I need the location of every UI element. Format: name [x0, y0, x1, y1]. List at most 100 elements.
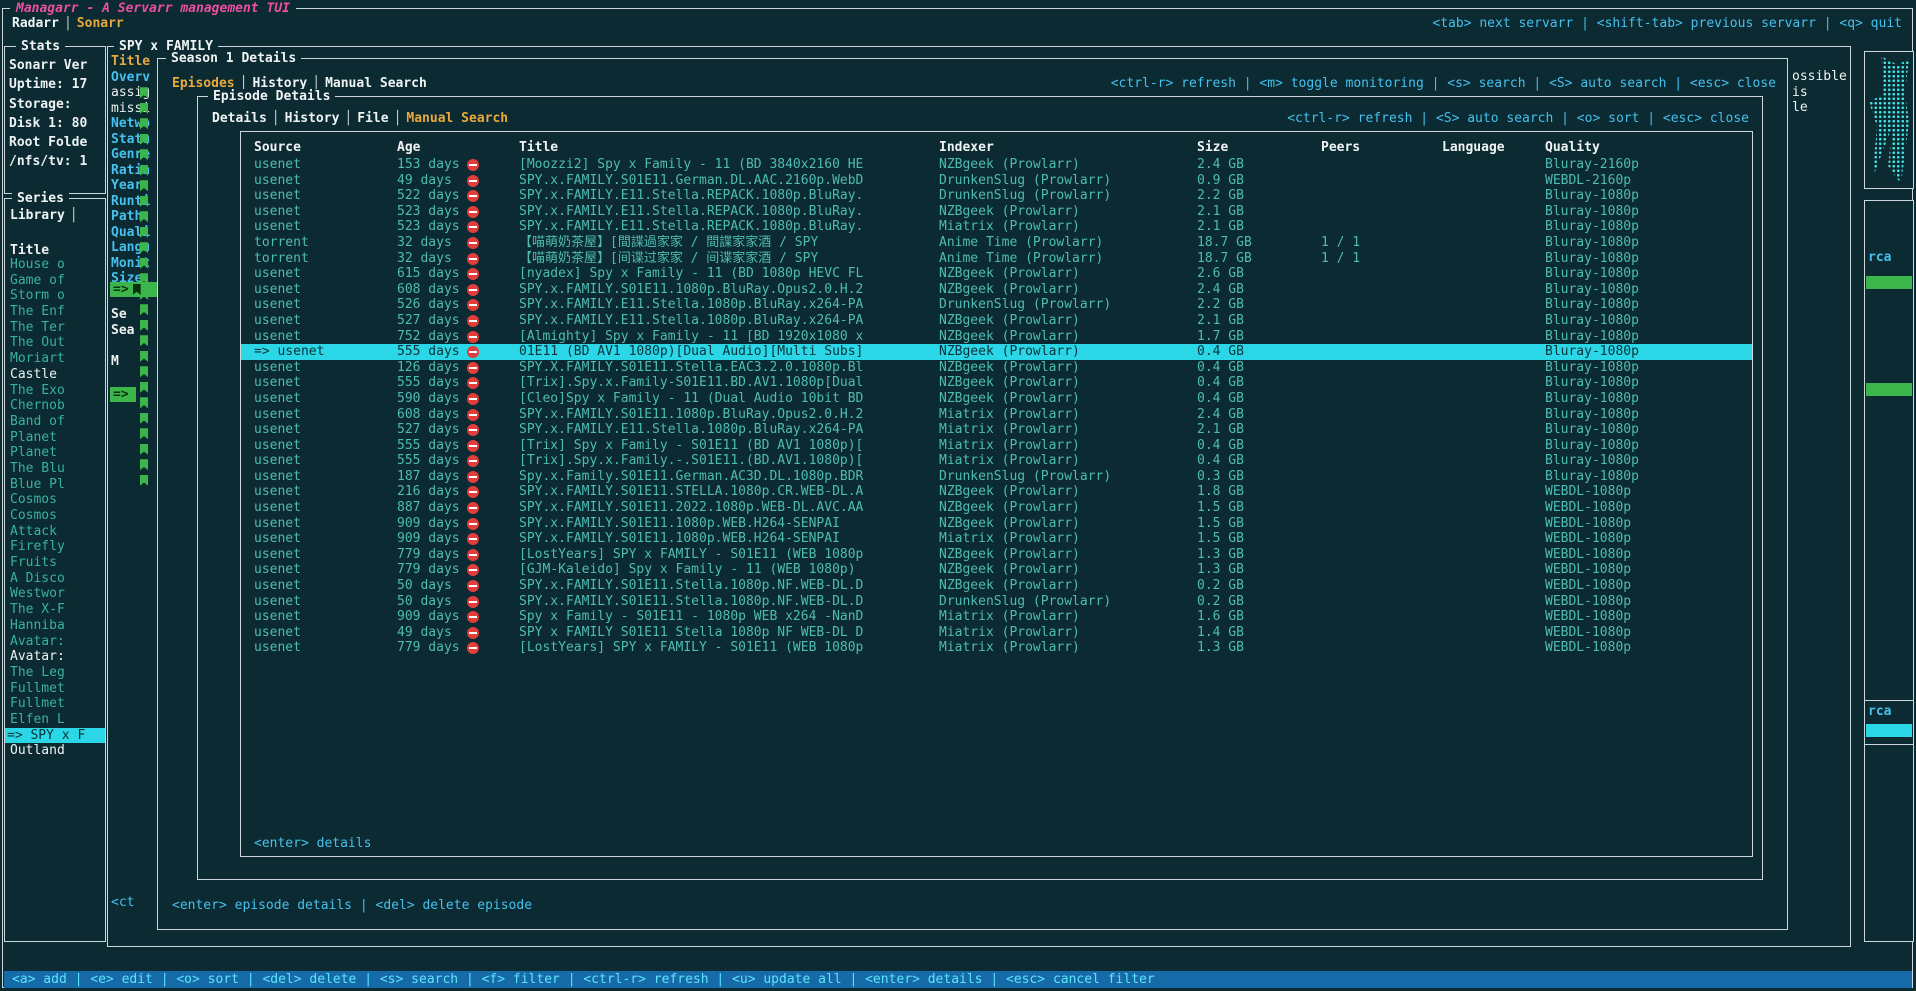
release-cell: 2.6 GB [1197, 266, 1321, 282]
release-cell [1321, 516, 1442, 532]
release-cell: 2.1 GB [1197, 219, 1321, 235]
series-item[interactable]: Fullmet [5, 681, 105, 697]
series-item[interactable]: The Exo [5, 383, 105, 399]
column-header[interactable]: Source [254, 139, 397, 156]
series-item[interactable]: Fruits [5, 555, 105, 571]
series-item[interactable]: The Leg [5, 665, 105, 681]
series-item[interactable]: Band of [5, 414, 105, 430]
series-item[interactable]: House o [5, 257, 105, 273]
release-row[interactable]: usenet615 days[nyadex] Spy x Family - 11… [241, 266, 1752, 282]
series-item[interactable]: Fullmet [5, 696, 105, 712]
series-item[interactable]: Blue Pl [5, 477, 105, 493]
column-header[interactable]: Title [519, 139, 939, 156]
column-header[interactable]: Language [1442, 139, 1545, 156]
series-item[interactable]: Attack [5, 524, 105, 540]
series-item[interactable]: Game of [5, 273, 105, 289]
column-header[interactable]: Peers [1321, 139, 1442, 156]
series-column-header[interactable]: Title [10, 243, 49, 258]
series-item[interactable]: Avatar: [5, 634, 105, 650]
tab-library[interactable]: Library [10, 208, 65, 223]
release-row[interactable]: usenet608 daysSPY.x.FAMILY.S01E11.1080p.… [241, 407, 1752, 423]
rejected-icon [467, 549, 479, 561]
release-row[interactable]: usenet909 daysSPY.x.FAMILY.S01E11.1080p.… [241, 516, 1752, 532]
series-item[interactable]: Avatar: [5, 649, 105, 665]
series-item[interactable]: Elfen L [5, 712, 105, 728]
release-row[interactable]: => usenet555 days01E11 (BD AV1 1080p)[Du… [241, 344, 1752, 360]
servarr-tab-sonarr[interactable]: Sonarr [77, 16, 124, 31]
column-header[interactable] [467, 139, 519, 156]
series-item[interactable]: Planet [5, 430, 105, 446]
series-item[interactable]: Westwor [5, 586, 105, 602]
column-header[interactable]: Indexer [939, 139, 1197, 156]
release-row[interactable]: usenet50 daysSPY.x.FAMILY.S01E11.Stella.… [241, 578, 1752, 594]
series-item[interactable]: Planet [5, 445, 105, 461]
release-row[interactable]: usenet526 daysSPY.x.FAMILY.E11.Stella.10… [241, 297, 1752, 313]
series-item[interactable]: The Blu [5, 461, 105, 477]
release-row[interactable]: usenet523 daysSPY.x.FAMILY.E11.Stella.RE… [241, 204, 1752, 220]
release-cell: [Moozzi2] Spy x Family - 11 (BD 3840x216… [519, 157, 939, 173]
release-cell [1442, 516, 1545, 532]
series-item[interactable]: A Disco [5, 571, 105, 587]
release-cell [467, 329, 519, 345]
column-header[interactable]: Age [397, 139, 467, 156]
release-cell [1321, 531, 1442, 547]
rejected-icon [467, 346, 479, 358]
series-item[interactable]: Firefly [5, 539, 105, 555]
series-item[interactable]: The Enf [5, 304, 105, 320]
series-item[interactable]: Outland [5, 743, 105, 759]
release-row[interactable]: usenet887 daysSPY.x.FAMILY.S01E11.2022.1… [241, 500, 1752, 516]
release-row[interactable]: usenet50 daysSPY.x.FAMILY.S01E11.Stella.… [241, 594, 1752, 610]
release-row[interactable]: usenet522 daysSPY.x.FAMILY.E11.Stella.RE… [241, 188, 1752, 204]
series-item[interactable]: Moriart [5, 351, 105, 367]
season-tab-manual-search[interactable]: Manual Search [325, 76, 427, 91]
release-cell: Bluray-1080p [1545, 235, 1752, 251]
release-cell: WEBDL-1080p [1545, 484, 1752, 500]
release-row[interactable]: usenet779 days[GJM-Kaleido] Spy x Family… [241, 562, 1752, 578]
release-row[interactable]: usenet126 daysSPY.X.FAMILY.S01E11.Stella… [241, 360, 1752, 376]
series-item[interactable]: The Out [5, 335, 105, 351]
release-cell: Bluray-1080p [1545, 422, 1752, 438]
release-row[interactable]: torrent32 days【喵萌奶茶屋】[間諜過家家 / 間諜家家酒 / SP… [241, 235, 1752, 251]
release-row[interactable]: usenet153 days[Moozzi2] Spy x Family - 1… [241, 157, 1752, 173]
release-row[interactable]: usenet49 daysSPY x FAMILY S01E11 Stella … [241, 625, 1752, 641]
release-row[interactable]: usenet608 daysSPY.x.FAMILY.S01E11.1080p.… [241, 282, 1752, 298]
release-cell: usenet [254, 360, 397, 376]
icon-row [140, 101, 148, 117]
column-header[interactable]: Quality [1545, 139, 1752, 156]
release-row[interactable]: usenet527 daysSPY.x.FAMILY.E11.Stella.10… [241, 313, 1752, 329]
release-row[interactable]: usenet909 daysSPY.x.FAMILY.S01E11.1080p.… [241, 531, 1752, 547]
release-row[interactable]: usenet590 days[Cleo]Spy x Family - 11 (D… [241, 391, 1752, 407]
release-row[interactable]: usenet779 days[LostYears] SPY x FAMILY -… [241, 547, 1752, 563]
episode-tab-details[interactable]: Details [212, 111, 267, 126]
series-item[interactable]: Cosmos [5, 508, 105, 524]
episode-tab-manual-search[interactable]: Manual Search [406, 111, 508, 126]
release-row[interactable]: usenet555 days[Trix] Spy x Family - S01E… [241, 438, 1752, 454]
release-row[interactable]: usenet216 daysSPY.x.FAMILY.S01E11.STELLA… [241, 484, 1752, 500]
release-row[interactable]: usenet555 days[Trix].Spy.x.Family.-.S01E… [241, 453, 1752, 469]
episode-tab-history[interactable]: History [285, 111, 340, 126]
release-row[interactable]: torrent32 days【喵萌奶茶屋】[间谍过家家 / 间谍家家酒 / SP… [241, 251, 1752, 267]
release-row[interactable]: usenet555 days[Trix].Spy.x.Family-S01E11… [241, 375, 1752, 391]
tab-separator: │ [267, 111, 285, 126]
series-item[interactable]: Chernob [5, 398, 105, 414]
release-cell: usenet [254, 469, 397, 485]
series-item[interactable]: Hanniba [5, 618, 105, 634]
release-row[interactable]: usenet49 daysSPY.x.FAMILY.S01E11.German.… [241, 173, 1752, 189]
series-item[interactable]: The Ter [5, 320, 105, 336]
servarr-tab-radarr[interactable]: Radarr [12, 16, 59, 31]
release-cell: NZBgeek (Prowlarr) [939, 375, 1197, 391]
release-row[interactable]: usenet752 days[Almighty] Spy x Family - … [241, 329, 1752, 345]
column-header[interactable]: Size [1197, 139, 1321, 156]
episode-tab-file[interactable]: File [357, 111, 388, 126]
rejected-icon [467, 159, 479, 171]
series-item[interactable]: The X-F [5, 602, 105, 618]
release-row[interactable]: usenet779 days[LostYears] SPY x FAMILY -… [241, 640, 1752, 656]
release-row[interactable]: usenet187 daysSpy.x.Family.S01E11.German… [241, 469, 1752, 485]
series-item[interactable]: Cosmos [5, 492, 105, 508]
release-row[interactable]: usenet523 daysSPY.x.FAMILY.E11.Stella.RE… [241, 219, 1752, 235]
release-row[interactable]: usenet909 daysSpy x Family - S01E11 - 10… [241, 609, 1752, 625]
series-item[interactable]: Storm o [5, 288, 105, 304]
series-item[interactable]: Castle [5, 367, 105, 383]
series-item[interactable]: => SPY x F [5, 728, 105, 744]
release-row[interactable]: usenet527 daysSPY.x.FAMILY.E11.Stella.10… [241, 422, 1752, 438]
